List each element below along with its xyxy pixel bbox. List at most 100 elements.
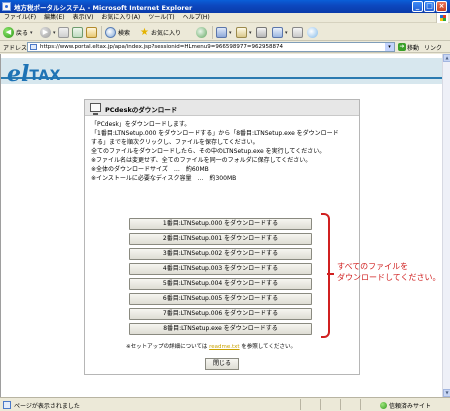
computer-icon <box>90 103 101 115</box>
menu-edit[interactable]: 編集(E) <box>40 13 68 23</box>
history-button[interactable] <box>196 26 207 39</box>
status-divider <box>320 399 321 410</box>
annotation-bracket <box>321 213 334 338</box>
header-rule <box>1 77 443 79</box>
download-button-7[interactable]: 7番目:LTNSetup.006 をダウンロードする <box>129 308 312 320</box>
home-button[interactable] <box>86 26 97 39</box>
chevron-down-icon[interactable]: ▾ <box>385 43 394 51</box>
page-icon <box>30 44 37 50</box>
history-icon <box>196 27 207 38</box>
media-button[interactable]: ▾ <box>216 26 232 39</box>
toolbar-separator <box>101 26 102 39</box>
instruction-line: 全てのファイルをダウンロードしたら、その中のLTNSetup.exe を実行して… <box>91 148 326 155</box>
setup-note: ※セットアップの詳細については readme.txt を参照してください。 <box>126 342 366 350</box>
favorites-button[interactable]: ★ お気に入り <box>140 26 181 39</box>
windows-logo-icon <box>436 13 448 23</box>
download-button-5[interactable]: 5番目:LTNSetup.004 をダウンロードする <box>129 278 312 290</box>
readme-link[interactable]: readme.txt <box>209 344 239 350</box>
download-button-3[interactable]: 3番目:LTNSetup.002 をダウンロードする <box>129 248 312 260</box>
maximize-button[interactable]: □ <box>424 1 435 12</box>
chevron-down-icon: ▾ <box>53 29 56 36</box>
window-title: 地方税ポータルシステム - Microsoft Internet Explore… <box>14 4 193 12</box>
browser-window: 地方税ポータルシステム - Microsoft Internet Explore… <box>0 0 450 411</box>
go-button[interactable]: ➔ 移動 <box>398 42 420 52</box>
note-suffix: を参照してください。 <box>241 344 296 350</box>
close-panel-button[interactable]: 閉じる <box>205 358 239 370</box>
refresh-icon <box>72 27 83 38</box>
annotation-line: すべてのファイルを <box>337 262 409 271</box>
menu-help[interactable]: ヘルプ(H) <box>179 13 214 23</box>
forward-arrow-icon: ▶ <box>40 27 51 38</box>
close-button[interactable]: × <box>436 1 447 12</box>
discuss-button[interactable] <box>292 26 303 39</box>
printer-icon <box>256 27 267 38</box>
minimize-button[interactable]: _ <box>412 1 423 12</box>
chevron-down-icon: ▾ <box>249 29 252 36</box>
instruction-line: 「PCdesk」をダウンロードします。 <box>91 121 191 128</box>
address-input[interactable]: https://www.portal.eltax.jp/apa/index.js… <box>27 42 395 52</box>
print-button[interactable] <box>256 26 267 39</box>
menu-file[interactable]: ファイル(F) <box>0 13 40 23</box>
forward-button[interactable]: ▶ ▾ <box>40 26 56 39</box>
links-button[interactable]: リンク <box>424 43 442 52</box>
title-bar: 地方税ポータルシステム - Microsoft Internet Explore… <box>0 0 450 13</box>
trusted-zone-icon <box>380 402 387 409</box>
stop-icon <box>58 27 69 38</box>
scroll-up-arrow-icon[interactable]: ▲ <box>443 54 450 62</box>
stop-button[interactable] <box>58 26 69 39</box>
page-content: el TAX PCdeskのダウンロード 「PCdesk」をダウンロードします。… <box>0 54 443 397</box>
refresh-button[interactable] <box>72 26 83 39</box>
panel-title: PCdeskのダウンロード <box>105 106 178 114</box>
vertical-scrollbar[interactable]: ▲ ▼ <box>442 54 450 397</box>
search-icon <box>105 27 116 38</box>
panel-header: PCdeskのダウンロード <box>85 100 359 116</box>
address-bar: アドレス(D) https://www.portal.eltax.jp/apa/… <box>0 41 450 53</box>
go-arrow-icon: ➔ <box>398 43 406 51</box>
chevron-down-icon: ▾ <box>229 29 232 36</box>
page-icon <box>216 27 227 38</box>
download-button-8[interactable]: 8番目:LTNSetup.exe をダウンロードする <box>129 323 312 335</box>
home-icon <box>86 27 97 38</box>
status-divider <box>360 399 361 410</box>
menu-tools[interactable]: ツール(T) <box>144 13 178 23</box>
menu-view[interactable]: 表示(V) <box>69 13 98 23</box>
header-band: el TAX <box>1 58 443 87</box>
status-divider <box>340 399 341 410</box>
discuss-icon <box>292 27 303 38</box>
mail-button[interactable]: ▾ <box>236 26 252 39</box>
star-icon: ★ <box>140 27 149 38</box>
download-panel: PCdeskのダウンロード 「PCdesk」をダウンロードします。 「1番目:L… <box>84 99 360 375</box>
scroll-down-arrow-icon[interactable]: ▼ <box>443 389 450 397</box>
status-bar: ページが表示されました 信頼済みサイト <box>0 397 450 411</box>
menu-favorites[interactable]: お気に入り(A) <box>97 13 144 23</box>
search-button[interactable]: 検索 <box>105 26 130 39</box>
toolbar: ◀ 戻る ▾ ▶ ▾ 検索 ★ お気に入り ▾ ▾ ▾ <box>0 23 450 41</box>
address-url: https://www.portal.eltax.jp/apa/index.js… <box>40 44 283 50</box>
status-divider <box>300 399 301 410</box>
annotation-text: すべてのファイルを ダウンロードしてください。 <box>337 261 441 283</box>
security-zone: 信頼済みサイト <box>380 401 431 410</box>
back-label: 戻る <box>16 30 29 37</box>
mail-icon <box>236 27 247 38</box>
menu-bar: ファイル(F) 編集(E) 表示(V) お気に入り(A) ツール(T) ヘルプ(H) <box>0 13 450 23</box>
logo-tax: TAX <box>29 68 61 84</box>
download-button-1[interactable]: 1番目:LTNSetup.000 をダウンロードする <box>129 218 312 230</box>
ie-page-icon <box>2 2 11 11</box>
chevron-down-icon: ▾ <box>30 29 33 36</box>
edit-button[interactable]: ▾ <box>272 26 288 39</box>
page-icon <box>3 401 11 409</box>
instruction-line: ※ファイル名は変更せず、全てのファイルを同一のフォルダに保存してください。 <box>91 157 312 164</box>
instruction-line: する」までを順次クリックし、ファイルを保存してください。 <box>91 139 259 146</box>
favorites-label: お気に入り <box>150 30 181 37</box>
eltax-logo: el TAX <box>7 60 61 87</box>
note-prefix: ※セットアップの詳細については <box>126 344 208 350</box>
messenger-button[interactable] <box>307 26 318 39</box>
toolbar-separator <box>212 26 213 39</box>
download-button-6[interactable]: 6番目:LTNSetup.005 をダウンロードする <box>129 293 312 305</box>
go-label: 移動 <box>407 44 420 52</box>
download-button-4[interactable]: 4番目:LTNSetup.003 をダウンロードする <box>129 263 312 275</box>
download-button-2[interactable]: 2番目:LTNSetup.001 をダウンロードする <box>129 233 312 245</box>
instruction-line: ※インストールに必要なディスク容量 … 約300MB <box>91 175 237 182</box>
logo-el: el <box>7 61 30 87</box>
back-button[interactable]: ◀ 戻る ▾ <box>3 26 33 39</box>
